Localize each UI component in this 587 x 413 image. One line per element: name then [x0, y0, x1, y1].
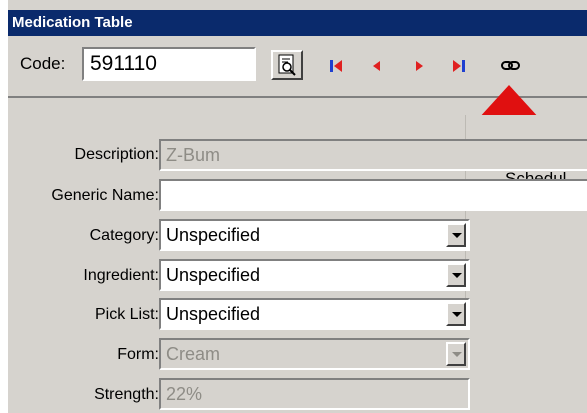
pick-list-select[interactable]: Unspecified [159, 298, 470, 330]
previous-record-icon [373, 61, 380, 71]
first-record-icon [330, 60, 342, 72]
pick-list-value: Unspecified [166, 304, 261, 324]
strength-label: Strength: [94, 386, 159, 403]
previous-record-button[interactable] [368, 58, 384, 74]
window-title: Medication Table [8, 10, 587, 36]
last-record-button[interactable] [451, 58, 467, 74]
last-record-icon [453, 60, 465, 72]
category-label: Category: [89, 227, 159, 244]
next-record-icon [416, 61, 423, 71]
ingredient-label: Ingredient: [83, 267, 159, 284]
category-value: Unspecified [166, 225, 261, 245]
category-dropdown-button[interactable] [446, 223, 466, 247]
link-button[interactable] [500, 56, 522, 76]
medication-form: Description: Z-Bum Generic Name: Categor… [8, 98, 587, 413]
ingredient-value: Unspecified [166, 265, 261, 285]
ingredient-select[interactable]: Unspecified [159, 259, 470, 291]
strength-field: 22% [159, 378, 470, 410]
description-label: Description: [74, 146, 159, 163]
window-edge [0, 0, 8, 413]
description-field: Z-Bum [159, 139, 587, 171]
form-dropdown-button [446, 342, 466, 366]
pick-list-dropdown-button[interactable] [446, 302, 466, 326]
generic-name-field[interactable] [159, 179, 587, 211]
code-input[interactable]: 591110 [82, 47, 256, 81]
form-value: Cream [166, 344, 221, 364]
generic-name-label: Generic Name: [51, 187, 159, 204]
ingredient-dropdown-button[interactable] [446, 263, 466, 287]
first-record-button[interactable] [328, 58, 344, 74]
link-icon [501, 61, 520, 70]
category-select[interactable]: Unspecified [159, 219, 470, 251]
lookup-button[interactable] [271, 50, 303, 80]
next-record-button[interactable] [412, 58, 428, 74]
form-label: Form: [117, 346, 159, 363]
code-label: Code: [20, 54, 66, 73]
pick-list-label: Pick List: [94, 306, 159, 323]
form-select: Cream [159, 338, 470, 370]
search-document-icon [278, 54, 296, 76]
